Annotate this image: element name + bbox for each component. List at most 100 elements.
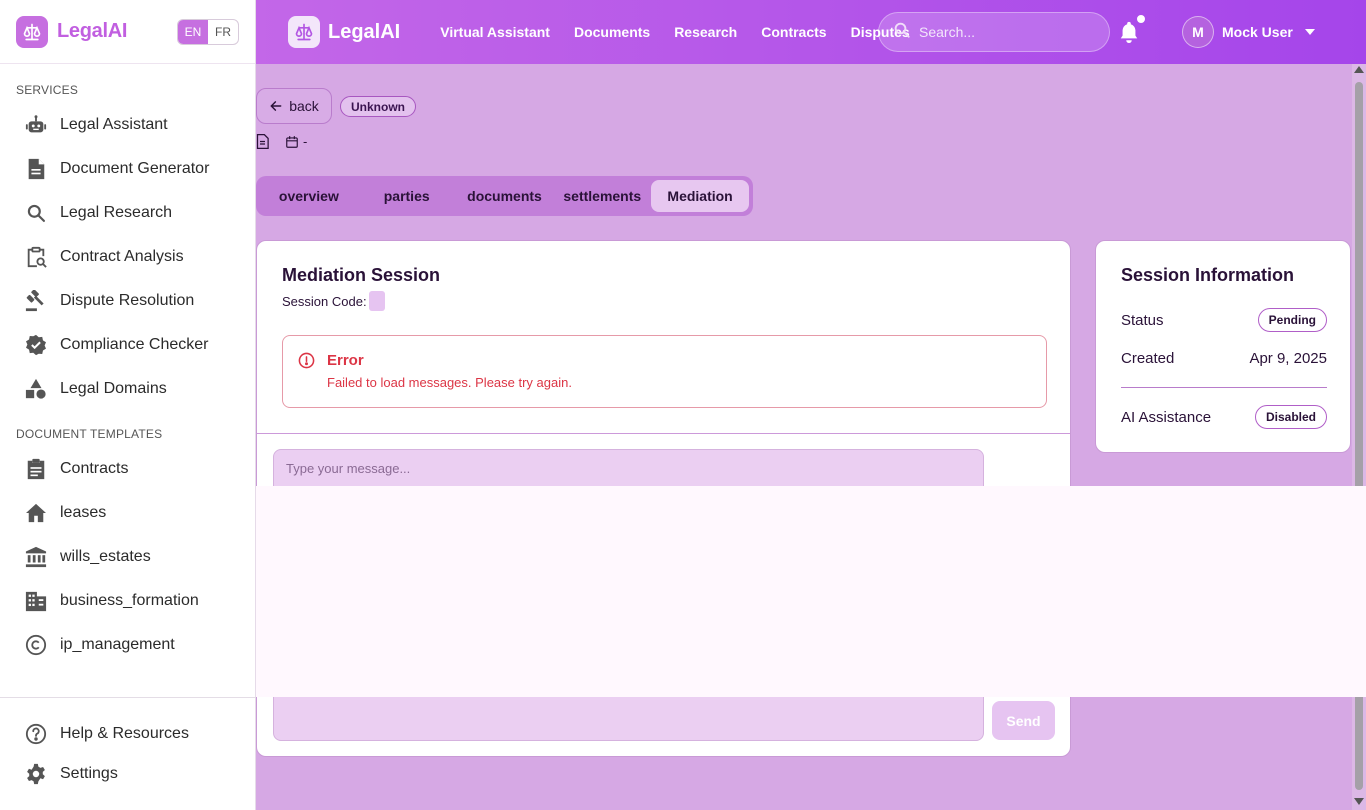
sidebar-item-label: business_formation bbox=[60, 592, 199, 609]
tab-settlements[interactable]: settlements bbox=[553, 180, 651, 212]
gear-icon bbox=[24, 762, 48, 786]
sidebar-item-label: Contracts bbox=[60, 460, 129, 477]
help-circle-icon bbox=[24, 722, 48, 746]
session-created-row: Created Apr 9, 2025 bbox=[1121, 350, 1327, 367]
sidebar-item-label: Dispute Resolution bbox=[60, 292, 195, 309]
card-divider bbox=[257, 433, 1070, 434]
sidebar-item-label: Contract Analysis bbox=[60, 248, 184, 265]
search-icon bbox=[24, 201, 48, 225]
sidebar-item-label: Document Generator bbox=[60, 160, 210, 177]
error-message: Failed to load messages. Please try agai… bbox=[327, 375, 572, 390]
sidebar-item-legal-assistant[interactable]: Legal Assistant bbox=[0, 103, 255, 147]
shapes-icon bbox=[24, 377, 48, 401]
sidebar-item-label: Legal Assistant bbox=[60, 116, 168, 133]
topbar-nav: Virtual Assistant Documents Research Con… bbox=[440, 24, 933, 40]
search-icon bbox=[893, 21, 911, 44]
sidebar-item-dispute-resolution[interactable]: Dispute Resolution bbox=[0, 279, 255, 323]
session-info-title: Session Information bbox=[1121, 265, 1295, 285]
sidebar-item-contract-analysis[interactable]: Contract Analysis bbox=[0, 235, 255, 279]
sidebar-item-label: Legal Domains bbox=[60, 380, 167, 397]
tab-documents[interactable]: documents bbox=[456, 180, 554, 212]
send-button[interactable]: Send bbox=[992, 701, 1055, 740]
sidebar-item-leases[interactable]: leases bbox=[0, 491, 255, 535]
search-input[interactable] bbox=[919, 24, 1089, 40]
clipboard-icon bbox=[24, 457, 48, 481]
building-icon bbox=[24, 589, 48, 613]
ai-status-badge: Disabled bbox=[1254, 405, 1327, 429]
topbar-brand[interactable]: LegalAI bbox=[328, 21, 400, 44]
status-label: Status bbox=[1121, 311, 1164, 329]
home-icon bbox=[24, 501, 48, 525]
templates-heading: DOCUMENT TEMPLATES bbox=[16, 427, 163, 441]
user-name: Mock User bbox=[1222, 24, 1293, 40]
sidebar-item-business-formation[interactable]: business_formation bbox=[0, 579, 255, 623]
sidebar-item-compliance-checker[interactable]: Compliance Checker bbox=[0, 323, 255, 367]
sidebar-item-label: Legal Research bbox=[60, 204, 173, 221]
scales-logo-icon[interactable] bbox=[16, 15, 48, 48]
avatar: M bbox=[1182, 16, 1214, 48]
scroll-up-arrow-icon[interactable] bbox=[1354, 66, 1364, 73]
scales-logo-icon[interactable] bbox=[288, 16, 320, 48]
back-button[interactable]: back bbox=[256, 88, 332, 124]
error-alert: Error Failed to load messages. Please tr… bbox=[282, 335, 1047, 408]
tab-parties[interactable]: parties bbox=[358, 180, 456, 212]
status-badge: Unknown bbox=[340, 96, 416, 117]
sidebar-brand[interactable]: LegalAI bbox=[57, 20, 127, 43]
nav-virtual-assistant[interactable]: Virtual Assistant bbox=[440, 24, 550, 40]
sidebar-item-label: Compliance Checker bbox=[60, 336, 209, 353]
sidebar-item-settings[interactable]: Settings bbox=[0, 752, 255, 796]
bell-icon[interactable] bbox=[1118, 20, 1140, 49]
session-code-label: Session Code: bbox=[282, 293, 367, 309]
tab-overview[interactable]: overview bbox=[260, 180, 358, 212]
mediation-title: Mediation Session bbox=[282, 265, 441, 285]
sidebar-item-legal-research[interactable]: Legal Research bbox=[0, 191, 255, 235]
session-info-card: Session Information Status Pending Creat… bbox=[1095, 240, 1351, 453]
sidebar-item-label: leases bbox=[60, 504, 107, 521]
language-toggle: EN FR bbox=[177, 18, 239, 45]
calendar-icon bbox=[285, 135, 299, 149]
lang-fr-button[interactable]: FR bbox=[208, 20, 238, 44]
dispute-date: - bbox=[303, 134, 308, 149]
clipboard-search-icon bbox=[24, 245, 48, 269]
status-badge: Pending bbox=[1257, 308, 1327, 332]
document-icon bbox=[256, 134, 269, 149]
session-code-value bbox=[368, 291, 385, 311]
sidebar-item-legal-domains[interactable]: Legal Domains bbox=[0, 367, 255, 411]
created-label: Created bbox=[1121, 350, 1175, 367]
lang-en-button[interactable]: EN bbox=[178, 19, 208, 44]
sidebar-item-label: Help & Resources bbox=[60, 725, 189, 742]
robot-icon bbox=[24, 113, 48, 137]
session-ai-row: AI Assistance Disabled bbox=[1121, 405, 1327, 429]
sidebar-item-help[interactable]: Help & Resources bbox=[0, 712, 255, 756]
sidebar: LegalAI EN FR SERVICES Legal Assistant D… bbox=[0, 0, 256, 810]
top-navbar: LegalAI Virtual Assistant Documents Rese… bbox=[256, 0, 1366, 64]
session-info-divider bbox=[1121, 387, 1327, 388]
tab-mediation[interactable]: Mediation bbox=[651, 180, 749, 212]
back-label: back bbox=[289, 98, 319, 114]
sidebar-item-label: ip_management bbox=[60, 636, 175, 653]
nav-contracts[interactable]: Contracts bbox=[761, 24, 826, 40]
error-title: Error bbox=[327, 352, 364, 369]
nav-documents[interactable]: Documents bbox=[574, 24, 650, 40]
sidebar-header: LegalAI EN FR bbox=[0, 0, 255, 64]
ai-label: AI Assistance bbox=[1121, 408, 1212, 426]
user-menu[interactable]: M Mock User bbox=[1182, 16, 1315, 48]
scroll-down-arrow-icon[interactable] bbox=[1354, 798, 1364, 805]
sidebar-item-label: wills_estates bbox=[60, 548, 151, 565]
sidebar-item-document-generator[interactable]: Document Generator bbox=[0, 147, 255, 191]
arrow-left-icon bbox=[269, 99, 283, 113]
chevron-down-icon bbox=[1304, 29, 1315, 35]
bank-icon bbox=[24, 545, 48, 569]
sidebar-item-ip-management[interactable]: ip_management bbox=[0, 623, 255, 667]
sidebar-item-contracts[interactable]: Contracts bbox=[0, 447, 255, 491]
notification-dot bbox=[1137, 15, 1145, 23]
session-code: Session Code: bbox=[282, 291, 385, 311]
overlay-panel bbox=[256, 486, 1366, 697]
sidebar-item-wills-estates[interactable]: wills_estates bbox=[0, 535, 255, 579]
session-status-row: Status Pending bbox=[1121, 308, 1327, 332]
nav-research[interactable]: Research bbox=[674, 24, 737, 40]
document-icon bbox=[24, 157, 48, 181]
copyright-icon bbox=[24, 633, 48, 657]
created-value: Apr 9, 2025 bbox=[1249, 350, 1327, 367]
search-box bbox=[878, 12, 1110, 52]
